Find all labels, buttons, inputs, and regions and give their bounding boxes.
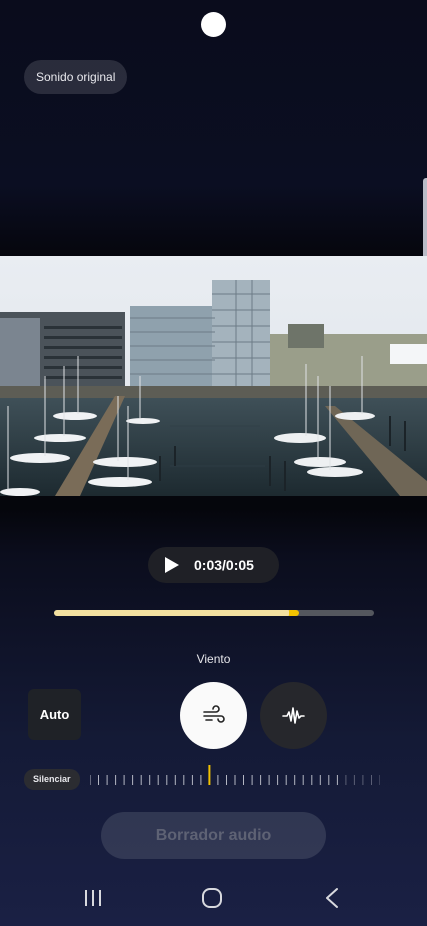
playback-progress-bar[interactable]	[54, 610, 374, 616]
progress-fill	[54, 610, 291, 616]
silence-label: Silenciar	[24, 769, 80, 790]
front-camera	[201, 12, 226, 37]
recent-apps-icon[interactable]	[83, 886, 103, 910]
auto-button[interactable]: Auto	[28, 689, 81, 740]
audio-eraser-button[interactable]: Borrador audio	[101, 812, 326, 859]
voice-effect-button[interactable]	[260, 682, 327, 749]
harbor-scene-image	[0, 256, 427, 496]
back-icon[interactable]	[322, 886, 342, 910]
navigation-bar	[0, 876, 427, 922]
wind-icon	[203, 705, 225, 723]
sound-mode-pill[interactable]: Sonido original	[24, 60, 128, 94]
progress-playhead[interactable]	[289, 610, 299, 616]
home-icon[interactable]	[200, 886, 224, 910]
wind-effect-button[interactable]	[180, 682, 247, 749]
playback-timecode: 0:03/0:05	[194, 557, 254, 573]
suppression-level-slider[interactable]	[90, 764, 380, 794]
effect-section-label: Viento	[196, 652, 231, 666]
video-preview[interactable]	[0, 256, 427, 496]
play-icon[interactable]	[165, 557, 179, 573]
playback-pill[interactable]: 0:03/0:05	[148, 547, 279, 583]
waveform-icon	[282, 707, 305, 724]
